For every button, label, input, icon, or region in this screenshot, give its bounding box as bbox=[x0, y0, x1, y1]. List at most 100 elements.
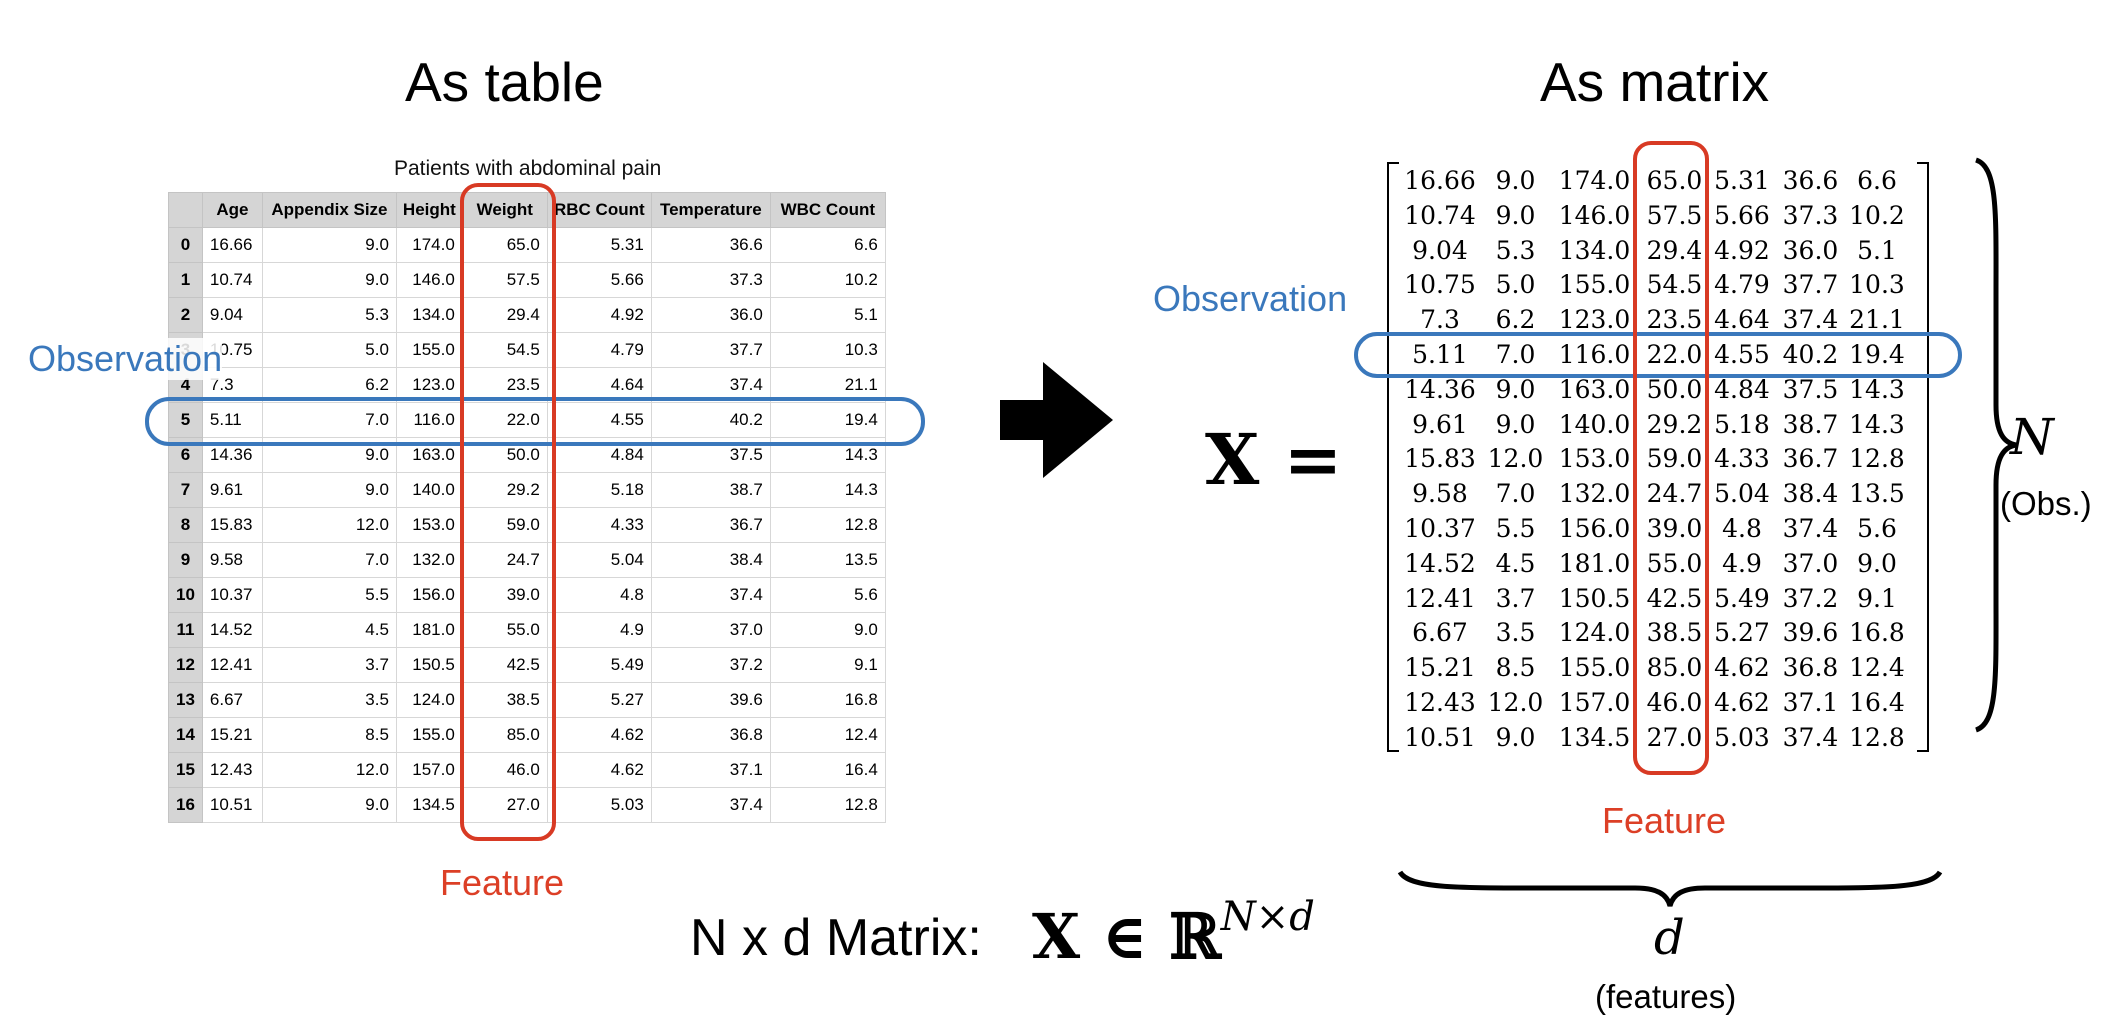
matrix-cell: 4.62 bbox=[1714, 653, 1770, 683]
matrix-cell: 12.0 bbox=[1487, 687, 1544, 717]
matrix-cell: 5.1 bbox=[1857, 235, 1897, 265]
matrix-cell: 36.8 bbox=[1782, 653, 1839, 683]
row-index: 16 bbox=[168, 787, 203, 823]
column-header-age: Age bbox=[201, 192, 263, 228]
table-cell: 140.0 bbox=[395, 472, 463, 508]
table-cell: 37.3 bbox=[650, 262, 771, 298]
matrix-cell: 5.04 bbox=[1714, 479, 1770, 509]
table-cell: 5.1 bbox=[769, 297, 886, 333]
matrix-feature-highlight bbox=[1633, 141, 1709, 775]
d-caption: (features) bbox=[1595, 978, 1737, 1015]
matrix-cell: 134.5 bbox=[1558, 722, 1631, 752]
matrix-cell: 4.84 bbox=[1714, 374, 1770, 404]
row-index: 1 bbox=[168, 262, 203, 298]
matrix-cell: 157.0 bbox=[1558, 687, 1631, 717]
row-index: 14 bbox=[168, 717, 203, 753]
table-cell: 37.4 bbox=[650, 787, 771, 823]
right-arrow-icon bbox=[1000, 362, 1113, 478]
table-cell: 150.5 bbox=[395, 647, 463, 683]
table-cell: 4.79 bbox=[546, 332, 652, 368]
matrix-shape-label: N x d Matrix: bbox=[690, 909, 982, 967]
table-cell: 9.58 bbox=[201, 542, 263, 578]
row-index: 12 bbox=[168, 647, 203, 683]
table-cell: 38.7 bbox=[650, 472, 771, 508]
table-cell: 5.03 bbox=[546, 787, 652, 823]
table-cell: 9.0 bbox=[261, 227, 397, 263]
table-cell: 156.0 bbox=[395, 577, 463, 613]
table-cell: 12.41 bbox=[201, 647, 263, 683]
matrix-cell: 5.3 bbox=[1495, 235, 1536, 265]
matrix-cell: 37.5 bbox=[1782, 374, 1839, 404]
table-cell: 36.6 bbox=[650, 227, 771, 263]
matrix-cell: 10.74 bbox=[1404, 200, 1476, 230]
table-cell: 5.0 bbox=[261, 332, 397, 368]
table-cell: 153.0 bbox=[395, 507, 463, 543]
matrix-cell: 37.0 bbox=[1782, 548, 1839, 578]
table-feature-label: Feature bbox=[440, 862, 565, 903]
matrix-equation-lhs: X = bbox=[1205, 418, 1343, 501]
table-cell: 6.67 bbox=[201, 682, 263, 718]
matrix-cell: 5.5 bbox=[1495, 513, 1536, 543]
row-index: 2 bbox=[168, 297, 203, 333]
n-caption: (Obs.) bbox=[2000, 485, 2092, 522]
matrix-cell: 9.0 bbox=[1495, 200, 1536, 230]
matrix-cell: 181.0 bbox=[1558, 548, 1631, 578]
table-cell: 12.0 bbox=[261, 507, 397, 543]
matrix-cell: 16.4 bbox=[1849, 687, 1905, 717]
table-cell: 9.0 bbox=[769, 612, 886, 648]
table-cell: 37.7 bbox=[650, 332, 771, 368]
matrix-cell: 12.8 bbox=[1849, 722, 1905, 752]
matrix-cell: 6.6 bbox=[1857, 166, 1897, 195]
table-cell: 36.0 bbox=[650, 297, 771, 333]
matrix-cell: 146.0 bbox=[1558, 200, 1631, 230]
matrix-cell: 9.0 bbox=[1495, 722, 1536, 752]
table-cell: 5.49 bbox=[546, 647, 652, 683]
row-index: 9 bbox=[168, 542, 203, 578]
row-index: 13 bbox=[168, 682, 203, 718]
table-cell: 174.0 bbox=[395, 227, 463, 263]
matrix-right-bracket bbox=[1917, 162, 1929, 752]
matrix-cell: 5.49 bbox=[1714, 583, 1770, 613]
d-symbol: d bbox=[1654, 910, 1685, 966]
table-cell: 12.4 bbox=[769, 717, 886, 753]
table-cell: 4.62 bbox=[546, 752, 652, 788]
matrix-cell: 9.58 bbox=[1412, 479, 1468, 509]
table-cell: 37.0 bbox=[650, 612, 771, 648]
matrix-cell: 10.75 bbox=[1404, 270, 1476, 300]
matrix-cell: 37.2 bbox=[1782, 583, 1839, 613]
table-cell: 4.8 bbox=[546, 577, 652, 613]
matrix-cell: 9.0 bbox=[1495, 166, 1536, 195]
matrix-cell: 3.5 bbox=[1495, 618, 1536, 648]
table-observation-label: Observation bbox=[28, 338, 223, 380]
table-cell: 5.18 bbox=[546, 472, 652, 508]
column-header-wbc-count: WBC Count bbox=[769, 192, 886, 228]
row-index: 0 bbox=[168, 227, 203, 263]
table-caption: Patients with abdominal pain bbox=[394, 157, 662, 180]
table-cell: 134.5 bbox=[395, 787, 463, 823]
table-cell: 5.66 bbox=[546, 262, 652, 298]
matrix-cell: 12.0 bbox=[1487, 444, 1544, 474]
matrix-cell: 4.9 bbox=[1722, 548, 1762, 578]
table-cell: 10.2 bbox=[769, 262, 886, 298]
matrix-cell: 174.0 bbox=[1558, 166, 1631, 195]
table-cell: 5.6 bbox=[769, 577, 886, 613]
table-cell: 146.0 bbox=[395, 262, 463, 298]
table-cell: 13.5 bbox=[769, 542, 886, 578]
table-cell: 15.21 bbox=[201, 717, 263, 753]
table-cell: 9.0 bbox=[261, 472, 397, 508]
table-cell: 12.8 bbox=[769, 787, 886, 823]
table-cell: 134.0 bbox=[395, 297, 463, 333]
matrix-cell: 5.31 bbox=[1714, 166, 1770, 195]
matrix-shape-formula-sup: N×d bbox=[1220, 894, 1315, 941]
table-cell: 9.0 bbox=[261, 787, 397, 823]
matrix-cell: 3.7 bbox=[1495, 583, 1536, 613]
table-cell: 16.4 bbox=[769, 752, 886, 788]
table-cell: 10.51 bbox=[201, 787, 263, 823]
matrix-cell: 9.61 bbox=[1412, 409, 1468, 439]
matrix-cell: 10.3 bbox=[1849, 270, 1905, 300]
table-cell: 5.3 bbox=[261, 297, 397, 333]
table-cell: 155.0 bbox=[395, 717, 463, 753]
matrix-cell: 37.1 bbox=[1782, 687, 1839, 717]
matrix-cell: 14.52 bbox=[1404, 548, 1476, 578]
table-cell: 39.6 bbox=[650, 682, 771, 718]
